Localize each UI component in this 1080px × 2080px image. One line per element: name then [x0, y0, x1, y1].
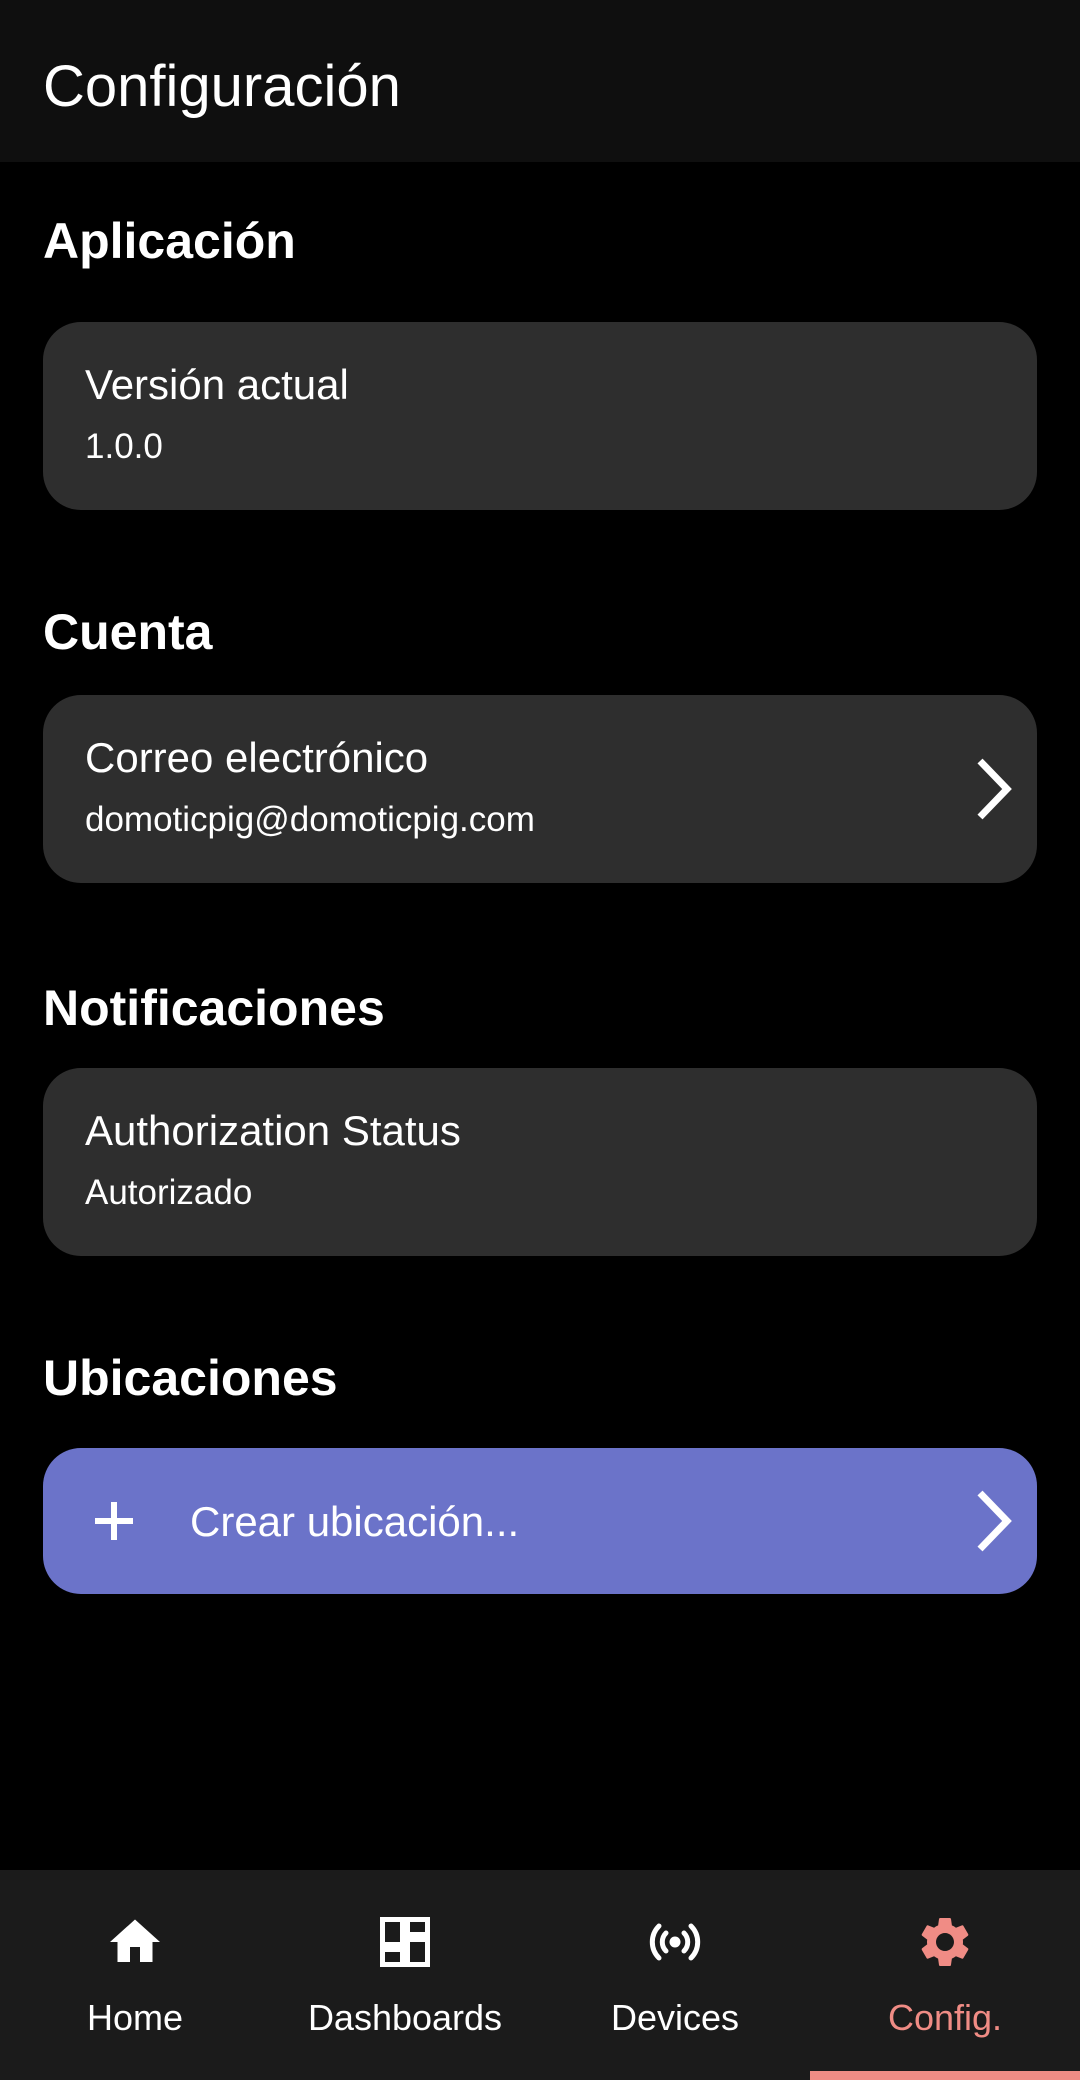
version-title: Versión actual: [85, 361, 349, 408]
create-location-button[interactable]: Crear ubicación...: [43, 1448, 1037, 1594]
section-title-ubicaciones: Ubicaciones: [43, 1350, 338, 1406]
section-title-aplicacion: Aplicación: [43, 213, 296, 269]
email-card[interactable]: Correo electrónico domoticpig@domoticpig…: [43, 695, 1037, 883]
nav-label-config: Config.: [887, 1997, 1003, 2038]
chevron-right-icon: [977, 758, 1012, 820]
section-title-notificaciones: Notificaciones: [43, 980, 385, 1036]
page-title: Configuración: [43, 54, 401, 119]
nav-item-config[interactable]: Config.: [810, 1870, 1080, 2080]
email-title: Correo electrónico: [85, 734, 429, 781]
broadcast-icon: [649, 1923, 701, 1961]
home-icon: [110, 1919, 160, 1962]
nav-label-home: Home: [86, 1997, 184, 2038]
version-value: 1.0.0: [85, 427, 163, 466]
chevron-right-icon: [977, 1490, 1012, 1552]
active-tab-indicator: [810, 2071, 1080, 2080]
nav-item-home[interactable]: Home: [0, 1870, 270, 2080]
nav-item-dashboards[interactable]: Dashboards: [270, 1870, 540, 2080]
authorization-card: Authorization Status Autorizado: [43, 1068, 1037, 1256]
section-title-cuenta: Cuenta: [43, 604, 213, 660]
dashboard-icon: [380, 1917, 430, 1967]
nav-label-devices: Devices: [610, 1997, 740, 2038]
create-location-label: Crear ubicación...: [190, 1498, 520, 1545]
bottom-navigation: Home Dashboards Devices Config.: [0, 1870, 1080, 2080]
email-value: domoticpig@domoticpig.com: [85, 800, 535, 839]
authorization-value: Autorizado: [85, 1173, 253, 1212]
app-bar: Configuración: [0, 0, 1080, 162]
gear-icon: [921, 1917, 969, 1966]
plus-icon: [95, 1502, 133, 1540]
nav-item-devices[interactable]: Devices: [540, 1870, 810, 2080]
nav-label-dashboards: Dashboards: [307, 1997, 503, 2038]
version-card: Versión actual 1.0.0: [43, 322, 1037, 510]
authorization-title: Authorization Status: [85, 1107, 461, 1154]
